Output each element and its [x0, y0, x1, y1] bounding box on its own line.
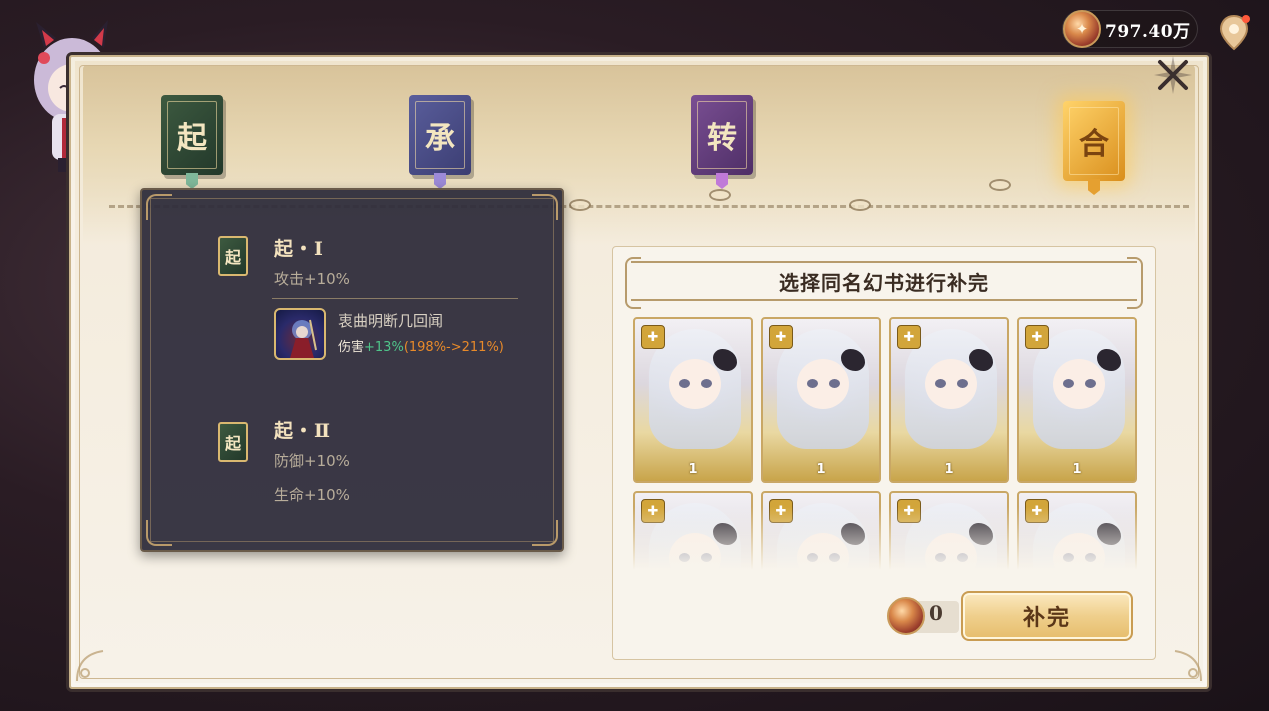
rank-badge-icon: ✚ — [641, 325, 665, 349]
corner-ornament-icon — [76, 650, 104, 682]
chapter-label: 合 — [1079, 127, 1109, 162]
stage1-stat: 攻击+10% — [274, 270, 350, 288]
skill-description: 伤害+13%(198%->211%) — [338, 340, 504, 355]
route-dot — [569, 199, 591, 211]
tooltip-divider — [272, 298, 518, 299]
card-level: 1 — [944, 462, 954, 477]
fill-button[interactable]: 补完 — [961, 591, 1133, 641]
book-card[interactable]: ✚ 1 — [633, 317, 753, 483]
card-grid: ✚ 1 ✚ 1 ✚ 1 ✚ 1 ✚ ✚ ✚ — [633, 317, 1139, 577]
stage1-title: 起・Ⅰ — [274, 238, 324, 260]
route-dot — [989, 179, 1011, 191]
coin-icon: ✦ — [1063, 10, 1101, 48]
rank-badge-icon: ✚ — [769, 325, 793, 349]
route-dot — [709, 189, 731, 201]
card-level: 1 — [816, 462, 826, 477]
chapter-book-he[interactable]: 合 — [1063, 101, 1125, 195]
chapter-book-qi[interactable]: 起 — [161, 95, 223, 189]
skill-icon — [274, 308, 326, 360]
coin-icon — [887, 597, 925, 635]
rank-badge-icon: ✚ — [1025, 325, 1049, 349]
corner-ornament-icon — [1174, 650, 1202, 682]
skill-name: 衷曲明断几回闻 — [338, 312, 444, 330]
chapter-label: 起 — [177, 121, 207, 156]
chapter-label: 转 — [707, 121, 737, 156]
stage-tooltip: 起 起・Ⅰ 攻击+10% 衷曲明断几回闻 伤害+13%(198%->211%) … — [140, 188, 564, 552]
chapter-book-zhuan[interactable]: 转 — [691, 95, 753, 189]
card-level: 1 — [688, 462, 698, 477]
book-card[interactable]: ✚ 1 — [889, 317, 1009, 483]
chapter-book-cheng[interactable]: 承 — [409, 95, 471, 189]
stage2-book-icon: 起 — [218, 422, 248, 462]
cost-value: 0 — [929, 601, 943, 625]
stage2-stat-hp: 生命+10% — [274, 486, 350, 504]
route-dot — [849, 199, 871, 211]
card-level: 1 — [1072, 462, 1082, 477]
stage1-book-icon: 起 — [218, 236, 248, 276]
select-pane: 选择同名幻书进行补完 ✚ 1 ✚ 1 ✚ 1 ✚ 1 ✚ ✚ — [612, 246, 1156, 660]
currency-display[interactable]: ✦ 797.40万 — [1062, 10, 1198, 48]
map-pin-icon[interactable] — [1218, 12, 1252, 52]
currency-value: 797.40万 — [1105, 21, 1191, 42]
stage2-title: 起・Ⅱ — [274, 420, 332, 442]
close-icon[interactable] — [1150, 52, 1196, 98]
stage2-stat-defense: 防御+10% — [274, 452, 350, 470]
chapter-label: 承 — [425, 121, 455, 156]
book-card[interactable]: ✚ 1 — [1017, 317, 1137, 483]
rank-badge-icon: ✚ — [897, 325, 921, 349]
select-header: 选择同名幻书进行补完 — [625, 257, 1143, 309]
book-card[interactable]: ✚ 1 — [761, 317, 881, 483]
